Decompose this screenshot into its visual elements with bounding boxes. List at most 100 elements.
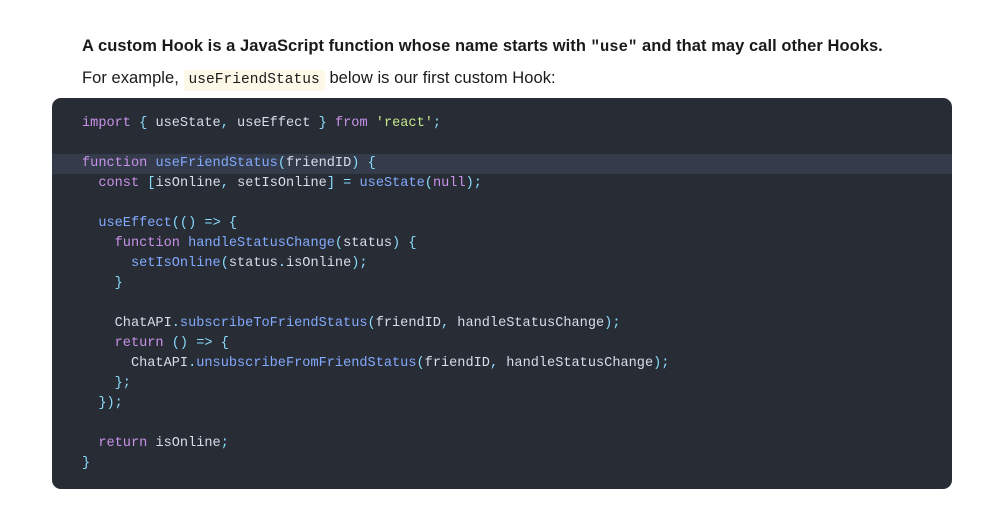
code-token: ; (661, 356, 670, 371)
code-scroll-area[interactable]: import { useState, useEffect } from 'rea… (52, 98, 952, 489)
code-line: }; (52, 374, 952, 394)
code-token: import (82, 116, 131, 131)
code-token: friendID (424, 356, 490, 371)
code-token: } (318, 116, 327, 131)
code-token: handleStatusChange (498, 356, 654, 371)
intro-paragraph: A custom Hook is a JavaScript function w… (82, 31, 912, 96)
code-token: unsubscribeFromFriendStatus (196, 356, 417, 371)
code-token: => (204, 216, 221, 231)
code-token: ) (392, 236, 401, 251)
code-token: , (220, 116, 229, 131)
code-token: ( (220, 256, 229, 271)
code-token: . (277, 256, 286, 271)
code-line: import { useState, useEffect } from 'rea… (52, 114, 952, 134)
code-token: function (82, 156, 148, 171)
code-token: { (367, 156, 376, 171)
code-line: ​ (52, 134, 952, 154)
code-line: function useFriendStatus(friendID) { (52, 154, 952, 174)
code-line: }); (52, 394, 952, 414)
code-token: ] (326, 176, 335, 191)
code-token: isOnline (155, 436, 221, 451)
page-root: A custom Hook is a JavaScript function w… (0, 0, 1003, 511)
intro-use-keyword: "use" (590, 37, 638, 56)
code-line: const [isOnline, setIsOnline] = useState… (52, 174, 952, 194)
code-token: subscribeToFriendStatus (179, 316, 368, 331)
code-token: setIsOnline (130, 256, 221, 271)
code-token: { (408, 236, 417, 251)
code-token: , (489, 356, 499, 371)
code-token: 'react' (375, 116, 433, 131)
code-token: status (343, 236, 393, 251)
intro-bold-text-1: A custom Hook is a JavaScript function w… (82, 36, 591, 55)
code-token: => (196, 336, 213, 351)
code-token: null (432, 176, 466, 191)
code-token: { (220, 336, 229, 351)
code-token: ; (612, 316, 621, 331)
code-token: (() (171, 216, 197, 231)
code-token: } (114, 276, 123, 291)
code-line: useEffect(() => { (52, 214, 952, 234)
code-token: () (171, 336, 189, 351)
code-token: }; (114, 376, 131, 391)
code-lines-container: import { useState, useEffect } from 'rea… (52, 114, 952, 474)
code-token: { (228, 216, 238, 231)
intro-normal-text-1: For example, (82, 68, 184, 87)
code-token: . (188, 356, 197, 371)
code-line: setIsOnline(status.isOnline); (52, 254, 952, 274)
inline-code-usefriendstatus: useFriendStatus (183, 69, 325, 91)
code-block[interactable]: import { useState, useEffect } from 'rea… (52, 98, 952, 489)
code-line: return isOnline; (52, 434, 952, 454)
code-token: ChatAPI (82, 356, 189, 371)
code-token: const (98, 176, 140, 191)
code-token: setIsOnline (228, 176, 327, 191)
code-token: useEffect (98, 216, 172, 231)
code-token: function (114, 236, 180, 251)
code-token: isOnline (285, 256, 352, 271)
code-token: , (440, 316, 450, 331)
code-token: useState (359, 176, 425, 191)
code-token: ; (359, 256, 368, 271)
code-line: ​ (52, 414, 952, 434)
code-token: from (334, 116, 368, 131)
code-token: handleStatusChange (449, 316, 605, 331)
code-line: } (52, 274, 952, 294)
code-token: return (114, 336, 164, 351)
code-token: } (82, 456, 91, 471)
code-token: }); (98, 396, 123, 411)
code-token: useFriendStatus (155, 156, 278, 171)
code-line: } (52, 454, 952, 474)
code-token: status (228, 256, 278, 271)
code-token: ( (334, 236, 344, 251)
code-token: ; (473, 176, 482, 191)
code-line: ChatAPI.unsubscribeFromFriendStatus(frie… (52, 354, 952, 374)
code-line: ​ (52, 294, 952, 314)
code-token: ( (416, 356, 425, 371)
code-token: ; (220, 436, 229, 451)
code-line: function handleStatusChange(status) { (52, 234, 952, 254)
code-token: handleStatusChange (188, 236, 335, 251)
code-token: return (98, 436, 148, 451)
code-line: ChatAPI.subscribeToFriendStatus(friendID… (52, 314, 952, 334)
code-line: ​ (52, 194, 952, 214)
code-token: useEffect (228, 116, 319, 131)
code-token: isOnline (155, 176, 221, 191)
code-token: friendID (285, 156, 352, 171)
code-token: ( (277, 156, 286, 171)
